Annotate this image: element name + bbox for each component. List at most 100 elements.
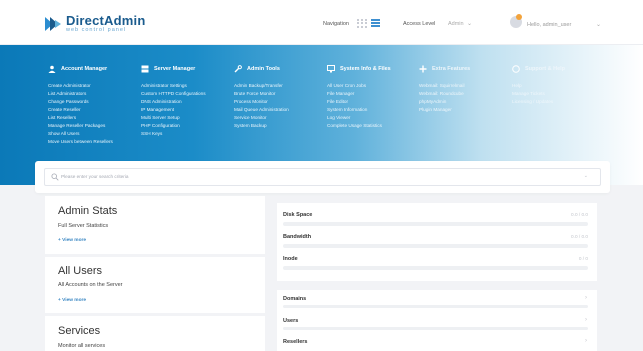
monitor-icon bbox=[327, 65, 335, 73]
chevron-down-icon[interactable]: ⌄ bbox=[467, 20, 472, 27]
card-title: All Users bbox=[58, 265, 103, 277]
view-more-link[interactable]: + View more bbox=[58, 298, 86, 303]
menu-item[interactable]: Webmail: Squirrelmail bbox=[419, 82, 470, 90]
menu-item[interactable]: Mail Queue Administration bbox=[234, 106, 289, 114]
menu-column-support-help: Support & Help Help Manage Tickets Licensi… bbox=[512, 65, 565, 106]
menu-heading[interactable]: Admin Tools bbox=[247, 66, 280, 72]
help-icon bbox=[512, 65, 520, 73]
menu-item[interactable]: PHP Configuration bbox=[141, 122, 206, 130]
grid-view-icon[interactable] bbox=[357, 19, 367, 28]
menu-item[interactable]: Move Users between Resellers bbox=[48, 138, 113, 146]
menu-column-admin-tools: Admin Tools Admin Backup/Transfer Brute F… bbox=[234, 65, 289, 130]
menu-item[interactable]: Create Administrator bbox=[48, 82, 113, 90]
top-header: DirectAdmin web control panel Navigation… bbox=[0, 0, 643, 45]
menu-item[interactable]: Log Viewer bbox=[327, 114, 391, 122]
card-subtitle: Full Server Statistics bbox=[58, 223, 109, 229]
menu-heading[interactable]: Support & Help bbox=[525, 66, 565, 72]
row-label-resellers[interactable]: Resellers bbox=[283, 339, 307, 345]
menu-item[interactable]: List Administrators bbox=[48, 90, 113, 98]
tools-icon bbox=[234, 65, 242, 73]
menu-item[interactable]: Create Reseller bbox=[48, 106, 113, 114]
search-input[interactable]: Please enter your search criteria ⌄ bbox=[44, 168, 601, 186]
menu-item[interactable]: Plugin Manager bbox=[419, 106, 470, 114]
menu-item[interactable]: System Backup bbox=[234, 122, 289, 130]
access-level-label: Access Level bbox=[403, 21, 436, 27]
menu-item[interactable]: File Manager bbox=[327, 90, 391, 98]
menu-column-account-manager: Account Manager Create Administrator List… bbox=[48, 65, 113, 146]
menu-heading[interactable]: System Info & Files bbox=[340, 66, 391, 72]
row-label-domains[interactable]: Domains bbox=[283, 296, 306, 302]
menu-item[interactable]: Change Passwords bbox=[48, 98, 113, 106]
stat-value: 0 / 0 bbox=[578, 256, 588, 261]
menu-item[interactable]: DNS Administration bbox=[141, 98, 206, 106]
search-container: Please enter your search criteria ⌄ bbox=[35, 161, 610, 193]
menu-item[interactable]: Admin Backup/Transfer bbox=[234, 82, 289, 90]
menu-item[interactable]: Brute Force Monitor bbox=[234, 90, 289, 98]
menu-item[interactable]: IP Management bbox=[141, 106, 206, 114]
stat-value: 0.0 / 0.0 bbox=[571, 234, 588, 239]
menu-item[interactable]: Show All Users bbox=[48, 130, 113, 138]
chevron-right-icon[interactable]: › bbox=[585, 295, 587, 301]
card-services: Services Monitor all services bbox=[45, 316, 265, 351]
menu-item[interactable]: All User Cron Jobs bbox=[327, 82, 391, 90]
menu-item[interactable]: Manage Tickets bbox=[512, 90, 565, 98]
progress-bar bbox=[283, 244, 588, 248]
search-icon bbox=[51, 173, 59, 181]
list-view-icon[interactable] bbox=[371, 19, 380, 28]
menu-item[interactable]: Process Monitor bbox=[234, 98, 289, 106]
notification-badge[interactable] bbox=[516, 14, 522, 20]
navigation-label: Navigation bbox=[323, 21, 349, 27]
brand-tagline: web control panel bbox=[66, 27, 127, 33]
menu-column-server-manager: Server Manager Administrator Settings Cus… bbox=[141, 65, 206, 138]
row-bar bbox=[283, 327, 588, 330]
row-label-users[interactable]: Users bbox=[283, 318, 298, 324]
menu-heading[interactable]: Account Manager bbox=[61, 66, 107, 72]
menu-heading[interactable]: Server Manager bbox=[154, 66, 195, 72]
progress-bar bbox=[283, 266, 588, 270]
chevron-down-icon[interactable]: ⌄ bbox=[584, 173, 588, 179]
chevron-right-icon[interactable]: › bbox=[585, 338, 587, 344]
card-subtitle: Monitor all services bbox=[58, 343, 106, 349]
menu-column-extra-features: Extra Features Webmail: Squirrelmail Webm… bbox=[419, 65, 470, 114]
brand-name: DirectAdmin bbox=[66, 13, 146, 28]
card-title: Services bbox=[58, 325, 101, 337]
card-all-users: All Users All Accounts on the Server + V… bbox=[45, 257, 265, 313]
view-more-link[interactable]: + View more bbox=[58, 238, 86, 243]
menu-item[interactable]: SSH Keys bbox=[141, 130, 206, 138]
menu-heading[interactable]: Extra Features bbox=[432, 66, 470, 72]
chevron-right-icon[interactable]: › bbox=[585, 317, 587, 323]
menu-item[interactable]: phpMyAdmin bbox=[419, 98, 470, 106]
stat-label: Disk Space bbox=[283, 212, 313, 218]
server-icon bbox=[141, 65, 149, 73]
resource-usage-panel: Disk Space 0.0 / 0.0 Bandwidth 0.0 / 0.0… bbox=[277, 203, 597, 281]
card-admin-stats: Admin Stats Full Server Statistics + Vie… bbox=[45, 196, 265, 254]
user-menu[interactable]: Hello, admin_user bbox=[527, 22, 571, 28]
menu-column-system-info: System Info & Files All User Cron Jobs Fi… bbox=[327, 65, 391, 130]
stat-label: Bandwidth bbox=[283, 234, 312, 240]
account-counts-panel: Domains › Users › Resellers › bbox=[277, 290, 597, 351]
menu-item[interactable]: Custom HTTPD Configurations bbox=[141, 90, 206, 98]
stat-label: Inode bbox=[283, 256, 298, 262]
plus-icon bbox=[419, 65, 427, 73]
card-title: Admin Stats bbox=[58, 205, 118, 217]
user-icon bbox=[48, 65, 56, 73]
menu-item[interactable]: Service Monitor bbox=[234, 114, 289, 122]
menu-item[interactable]: List Resellers bbox=[48, 114, 113, 122]
directadmin-logo-icon bbox=[45, 16, 61, 31]
menu-item[interactable]: Manage Reseller Packages bbox=[48, 122, 113, 130]
chevron-down-icon[interactable]: ⌄ bbox=[596, 21, 601, 28]
menu-item[interactable]: Licensing / Updates bbox=[512, 98, 565, 106]
search-placeholder: Please enter your search criteria bbox=[61, 174, 129, 179]
menu-item[interactable]: Complete Usage Statistics bbox=[327, 122, 391, 130]
menu-item[interactable]: File Editor bbox=[327, 98, 391, 106]
menu-item[interactable]: System Information bbox=[327, 106, 391, 114]
menu-item[interactable]: Administrator Settings bbox=[141, 82, 206, 90]
menu-item[interactable]: Help bbox=[512, 82, 565, 90]
access-level-select[interactable]: Admin bbox=[448, 21, 464, 27]
menu-item[interactable]: Webmail: Roundcube bbox=[419, 90, 470, 98]
progress-bar bbox=[283, 222, 588, 226]
row-bar bbox=[283, 305, 588, 308]
card-subtitle: All Accounts on the Server bbox=[58, 282, 123, 288]
menu-item[interactable]: Multi Server Setup bbox=[141, 114, 206, 122]
logo[interactable]: DirectAdmin web control panel bbox=[44, 14, 146, 34]
